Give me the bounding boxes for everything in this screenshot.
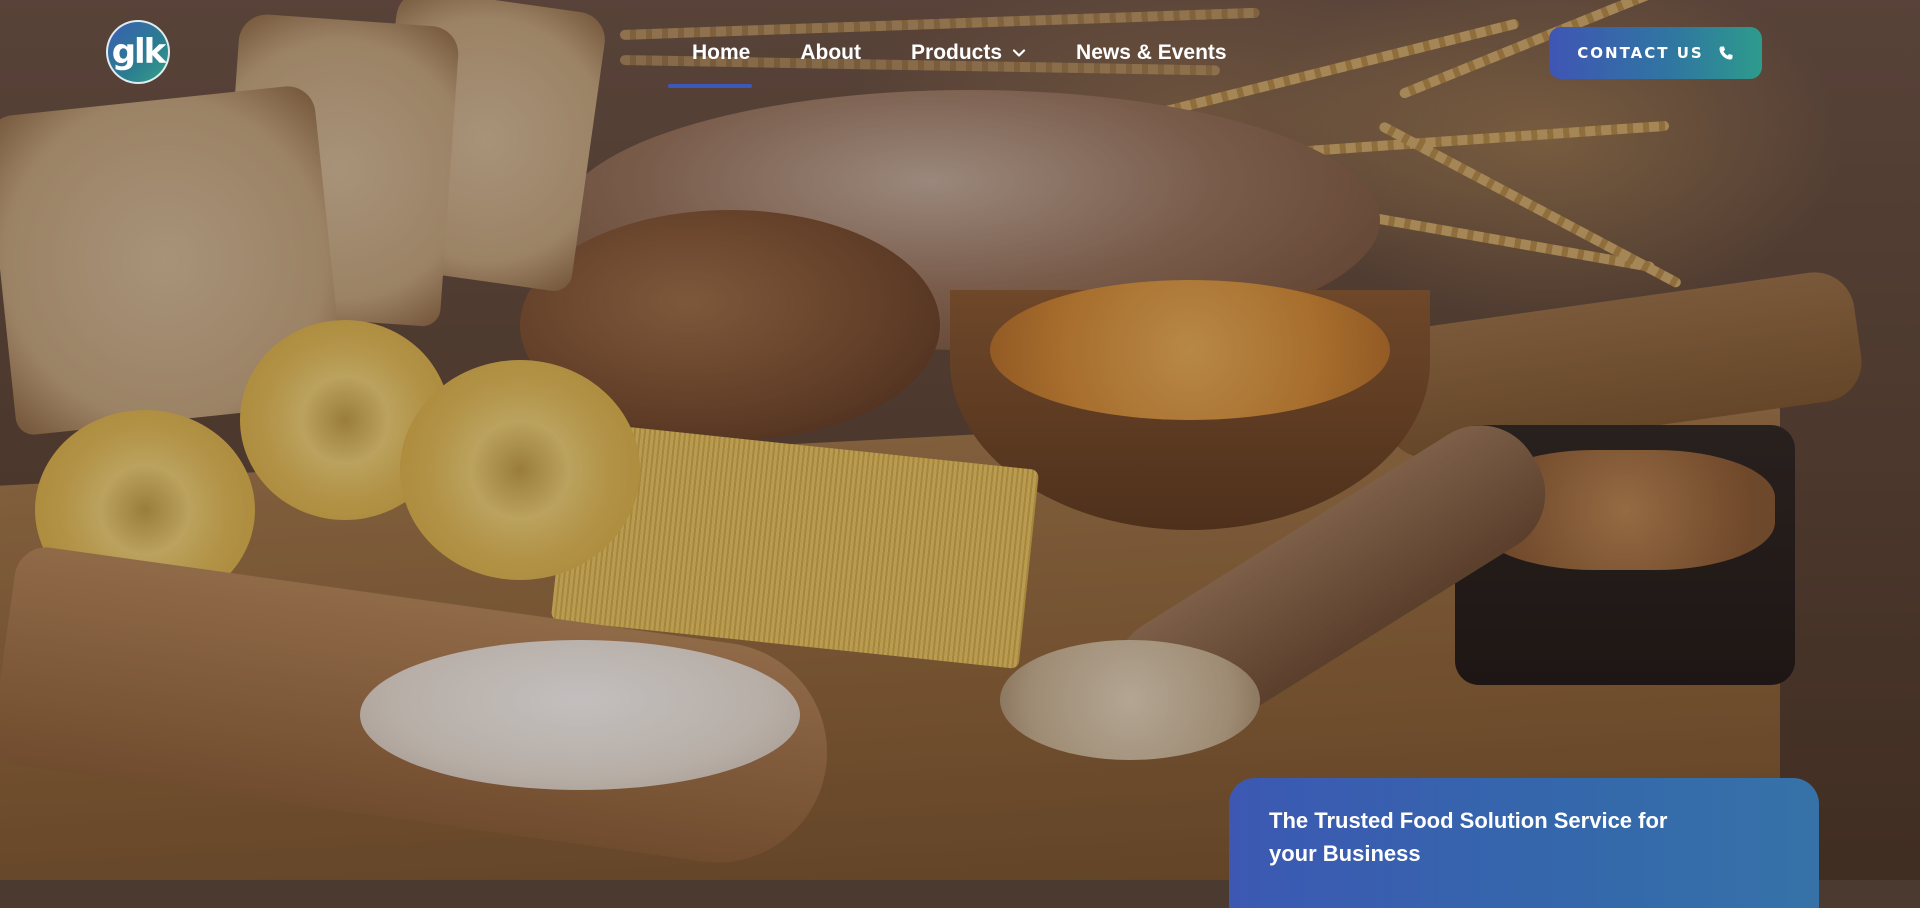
- main-nav: Home About Products News & Events: [667, 36, 1227, 88]
- hero-background-image: [0, 0, 1920, 880]
- nav-item-home[interactable]: Home: [667, 36, 753, 88]
- hero-overlay: [0, 0, 1920, 880]
- contact-us-label: CONTACT US: [1577, 44, 1704, 62]
- nav-item-about[interactable]: About: [800, 36, 861, 70]
- nav-item-label: Home: [692, 41, 751, 64]
- chevron-down-icon: [1012, 49, 1026, 57]
- nav-item-label: Products: [911, 41, 1003, 64]
- brand-logo[interactable]: glk: [106, 20, 170, 84]
- nav-item-news-events[interactable]: News & Events: [1076, 36, 1227, 70]
- phone-icon: [1719, 46, 1733, 60]
- contact-us-button[interactable]: CONTACT US: [1549, 27, 1762, 79]
- nav-item-label: About: [800, 41, 862, 64]
- hero-tagline-card: The Trusted Food Solution Service for yo…: [1229, 778, 1819, 908]
- nav-item-label: News & Events: [1076, 41, 1227, 64]
- nav-item-products[interactable]: Products: [911, 36, 1026, 70]
- hero-tagline: The Trusted Food Solution Service for yo…: [1269, 808, 1668, 866]
